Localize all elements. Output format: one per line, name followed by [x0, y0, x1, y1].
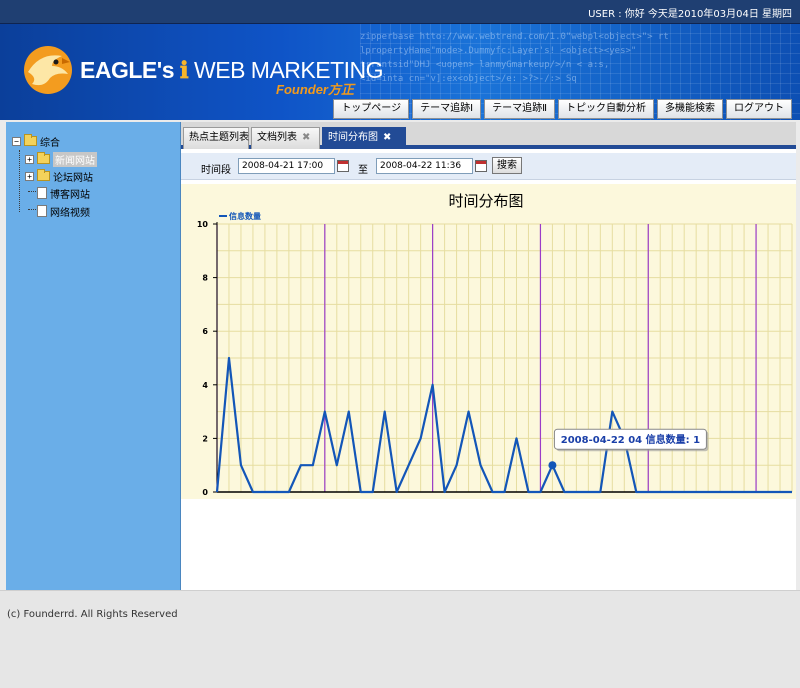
user-greeting: USER : 你好 今天是2010年03月04日 星期四	[588, 9, 792, 20]
folder-icon	[37, 152, 50, 164]
time-distribution-chart: 时间分布图信息数量 0 2 4 6 8 10 2008-04-21 00 2008-04-21 …	[181, 184, 796, 499]
y-tick-label: 4	[202, 381, 208, 390]
legend-label: 信息数量	[229, 211, 261, 221]
tree-item-label: 网络视频	[50, 207, 90, 219]
search-button[interactable]: 搜索	[492, 157, 522, 174]
nav-top-page-button[interactable]: トップページ	[333, 99, 410, 119]
tree-item-forum-sites[interactable]: + 论坛网站	[25, 168, 93, 184]
collapse-icon[interactable]: −	[12, 136, 21, 146]
tooltip-text: 2008-04-22 04 信息数量: 1	[561, 433, 700, 446]
tree-connector	[28, 191, 36, 192]
tab-time-distribution[interactable]: 时间分布图 ✖	[322, 127, 406, 149]
tab-document-list[interactable]: 文档列表 ✖	[251, 127, 320, 149]
banner-code-line: trrantsid"DHJ <uopen> lanmyGmarkeup/>/n …	[360, 60, 610, 70]
main-panel: 热点主题列表 文档列表✖ 时间分布图✖ 时间段 至 搜索 时间分布图信息数量02…	[181, 122, 796, 590]
nav-theme-track-2-button[interactable]: テーマ追跡Ⅱ	[484, 99, 555, 119]
nav-logout-button[interactable]: ログアウト	[726, 99, 792, 119]
banner-code-line: zipperbase htto://www.webtrend.com/1.0"w…	[360, 32, 669, 42]
tab-label: 热点主题列表	[189, 132, 249, 143]
tab-hot-topics[interactable]: 热点主题列表	[183, 127, 249, 149]
chart-background	[181, 184, 796, 499]
tree-item-label: 新闻网站	[53, 151, 97, 167]
chart-title: 时间分布图	[448, 192, 523, 210]
folder-icon	[24, 134, 37, 146]
document-icon	[37, 205, 47, 217]
expand-icon[interactable]: +	[25, 154, 34, 164]
tab-label: 时间分布图	[328, 132, 378, 143]
logo-eagles: EAGLE's	[80, 57, 175, 83]
header-banner: zipperbase htto://www.webtrend.com/1.0"w…	[0, 24, 800, 120]
expand-icon[interactable]: +	[25, 171, 34, 181]
calendar-icon[interactable]	[475, 160, 487, 172]
tab-label: 文档列表	[257, 132, 297, 143]
x-tick-label: 2008-04-22 21	[726, 498, 785, 499]
eagle-logo-icon	[24, 46, 72, 94]
nav-search-button[interactable]: 多機能検索	[657, 99, 723, 119]
tree-item-web-video[interactable]: 网络视频	[37, 203, 90, 219]
to-label: 至	[358, 165, 368, 176]
x-tick-label: 2008-04-22 03	[511, 498, 570, 499]
chart-svg: 时间分布图信息数量 0 2 4 6 8 10 2008-04-21 00 2008-04-21 …	[181, 184, 796, 499]
close-icon[interactable]: ✖	[383, 128, 391, 148]
x-tick-label: 2008-04-21 00	[187, 498, 246, 499]
close-icon[interactable]: ✖	[302, 128, 310, 148]
footer: (c) Founderrd. All Rights Reserved	[0, 590, 800, 688]
tree-root[interactable]: − 综合	[12, 133, 60, 149]
tree-item-news-sites[interactable]: + 新闻网站	[25, 151, 97, 167]
nav-theme-track-1-button[interactable]: テーマ追跡Ⅰ	[412, 99, 482, 119]
calendar-icon[interactable]	[337, 160, 349, 172]
tree-item-blog-sites[interactable]: 博客网站	[37, 185, 90, 201]
tree-item-label: 博客网站	[50, 189, 90, 201]
logo-founder: Founder方正	[276, 82, 354, 97]
from-date-input[interactable]	[238, 158, 335, 174]
top-status-bar: USER : 你好 今天是2010年03月04日 星期四	[0, 0, 800, 24]
main-nav: トップページ テーマ追跡Ⅰ テーマ追跡Ⅱ トピック自動分析 多機能検索 ログアウ…	[333, 99, 792, 119]
y-tick-label: 10	[197, 220, 209, 229]
tree-connector	[28, 209, 36, 210]
tree-root-label: 综合	[40, 137, 60, 149]
tree-item-label: 论坛网站	[53, 172, 93, 184]
period-label: 时间段	[201, 165, 231, 176]
to-date-input[interactable]	[376, 158, 473, 174]
banner-code-line: <id=inta cn="v]:ex<object>/e: >?>-/:> Sq	[360, 74, 577, 84]
y-tick-label: 2	[202, 434, 208, 443]
y-tick-label: 8	[202, 274, 208, 283]
document-icon	[37, 187, 47, 199]
banner-code-line: lpropertyHame"mode>.Dummyfc:Layer's! <ob…	[360, 46, 637, 56]
x-tick-label: 2008-04-21 18	[403, 498, 462, 499]
nav-topic-analysis-button[interactable]: トピック自動分析	[558, 99, 654, 119]
sidebar-tree: − 综合 + 新闻网站 + 论坛网站 博客网站 网络视频	[6, 122, 181, 590]
highlighted-point	[548, 461, 557, 470]
filter-bar: 时间段 至 搜索	[181, 153, 796, 180]
tree-connector	[19, 150, 20, 212]
y-tick-label: 0	[202, 488, 208, 497]
x-tick-label: 2008-04-21 09	[295, 498, 354, 499]
folder-icon	[37, 169, 50, 181]
x-tick-label: 2008-04-22 12	[619, 498, 678, 499]
y-tick-label: 6	[202, 327, 208, 336]
tab-bar: 热点主题列表 文档列表 ✖ 时间分布图 ✖	[181, 122, 796, 149]
copyright-text: (c) Founderrd. All Rights Reserved	[7, 609, 178, 620]
